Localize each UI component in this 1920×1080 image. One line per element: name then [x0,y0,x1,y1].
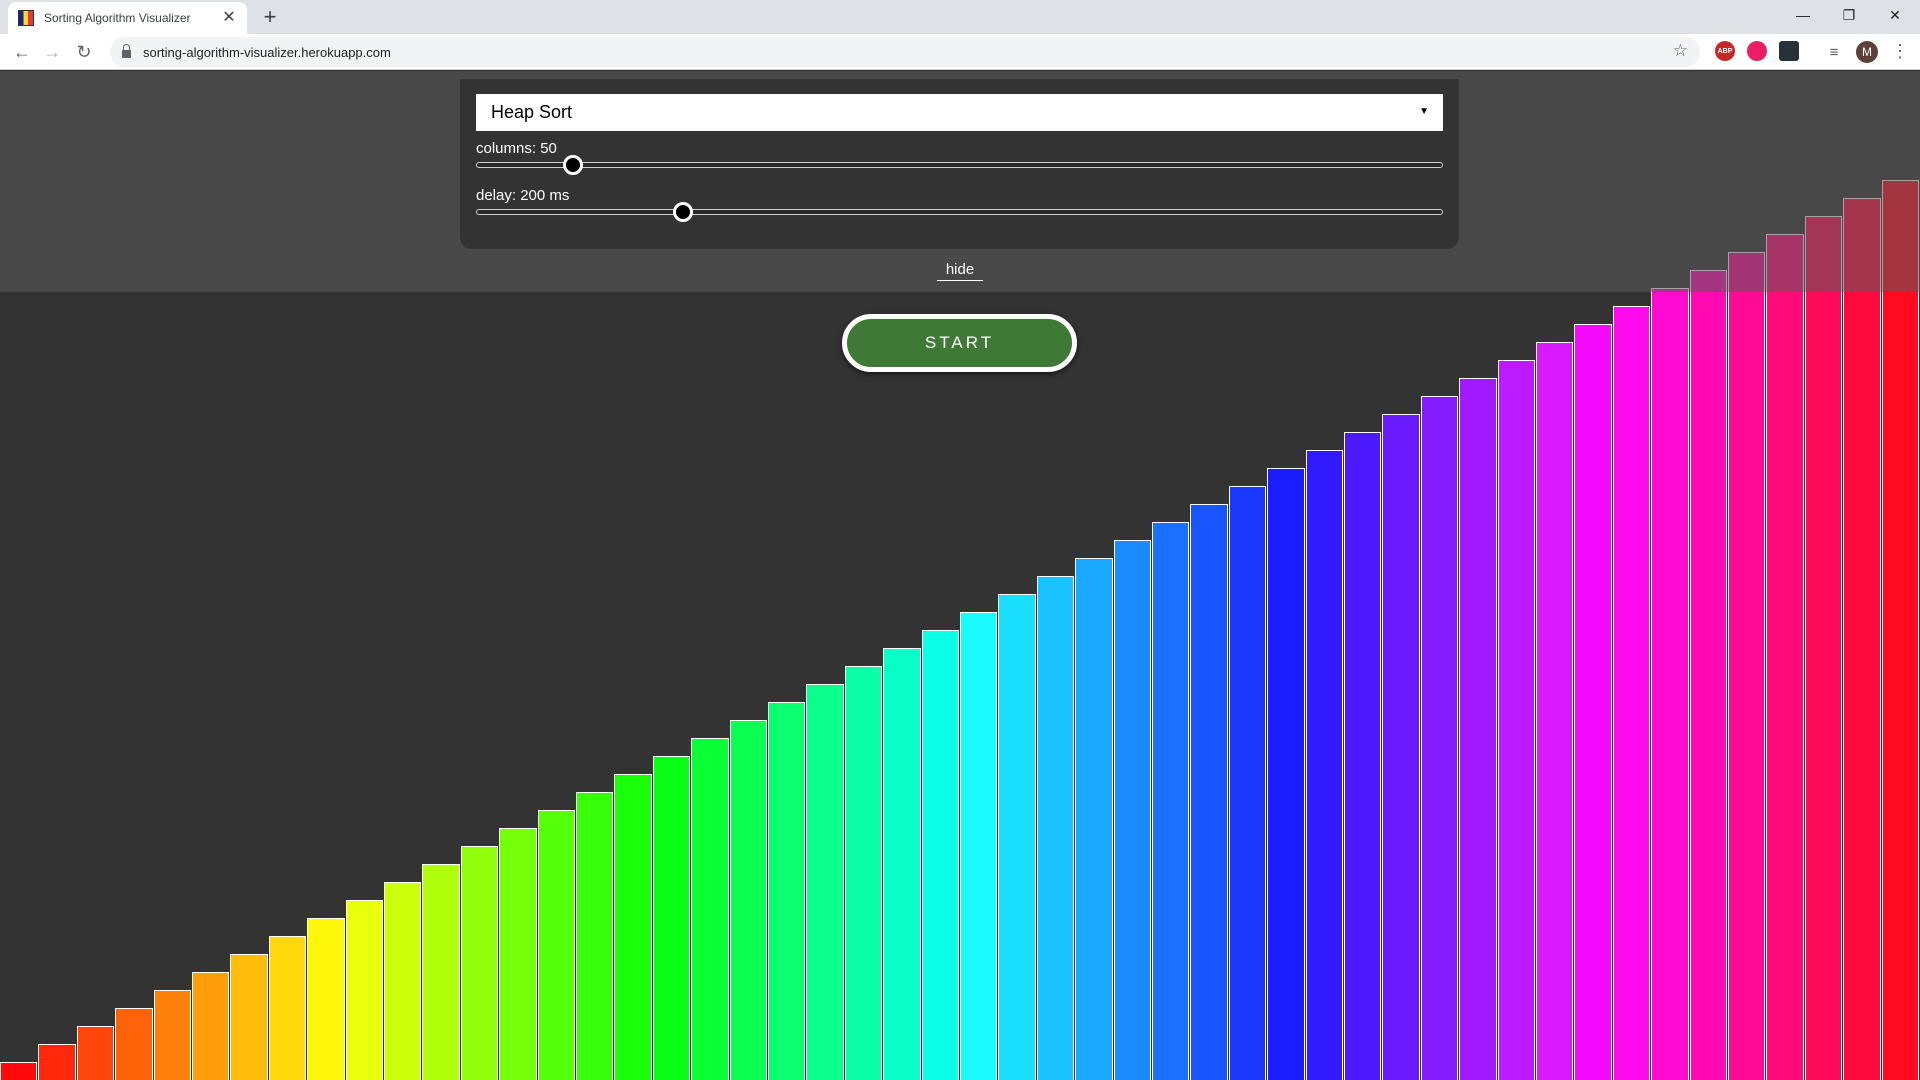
close-tab-icon[interactable]: ✕ [221,10,237,26]
sort-bar [998,594,1036,1080]
sort-bar [921,630,959,1080]
visualizer-page: Heap Sort ▼ columns: 50 delay: 200 ms hi… [0,71,1920,1080]
sort-bar [230,954,268,1080]
sort-bar [0,1062,38,1080]
sort-bar [460,846,499,1080]
sort-bar [1190,504,1228,1080]
sort-bar [1113,540,1151,1080]
sort-bar [1382,414,1420,1080]
columns-slider[interactable] [476,155,1443,175]
sort-bar [1036,576,1075,1080]
sort-bar [1344,432,1382,1080]
new-tab-button[interactable]: + [258,6,282,30]
sort-bar [1497,360,1535,1080]
sort-bar [1574,324,1612,1080]
sort-bar [1689,270,1727,1080]
sort-bar [960,612,998,1080]
sort-bar [115,1008,153,1080]
sort-bar [268,936,307,1080]
sort-bar [1766,234,1804,1080]
bookmark-star-icon[interactable]: ☆ [1673,41,1688,61]
sort-bar [422,864,460,1080]
sort-bar [153,990,191,1080]
sort-bar [806,684,844,1080]
media-controls-icon[interactable]: ≡ [1820,38,1848,66]
sort-bar [38,1044,76,1080]
sort-bar [1881,180,1919,1080]
extension-icon[interactable] [1747,41,1767,61]
sort-bar [1459,378,1497,1080]
sort-bar [1228,486,1267,1080]
sort-bar [1152,522,1190,1080]
sort-bar [729,720,767,1080]
sort-bar [844,666,883,1080]
tab-title: Sorting Algorithm Visualizer [44,11,191,25]
browser-tabstrip: Sorting Algorithm Visualizer ✕ + — ❐ ✕ [0,0,1920,34]
sort-bar [499,828,537,1080]
sort-bar [1267,468,1305,1080]
controls-panel: Heap Sort ▼ columns: 50 delay: 200 ms [460,79,1459,249]
sort-bar [537,810,575,1080]
sort-bar [1536,342,1574,1080]
columns-slider-thumb[interactable] [563,155,584,175]
profile-avatar[interactable]: M [1856,41,1878,63]
delay-label: delay: 200 ms [476,187,570,204]
adblock-plus-icon[interactable]: ABP [1715,41,1735,61]
sort-bar [192,972,230,1080]
sort-bar [576,792,614,1080]
algorithm-selected-value: Heap Sort [491,102,573,122]
sort-bar [883,648,921,1080]
sort-bar [614,774,652,1080]
sort-bar [345,900,383,1080]
sort-bar [1420,396,1459,1080]
browser-tab[interactable]: Sorting Algorithm Visualizer ✕ [8,2,247,34]
back-button[interactable]: ← [8,38,36,66]
hide-controls-link[interactable]: hide [937,261,983,281]
minimize-button[interactable]: — [1780,0,1826,30]
dropdown-caret-icon: ▼ [1419,106,1429,117]
sort-bar [652,756,691,1080]
sort-bar [1612,306,1651,1080]
site-favicon-icon [18,10,34,26]
browser-toolbar: ← → ↻ sorting-algorithm-visualizer.herok… [0,34,1920,70]
sort-bar [1728,252,1766,1080]
restore-button[interactable]: ❐ [1826,0,1872,30]
sort-bar [691,738,729,1080]
sort-bar [1651,288,1689,1080]
delay-slider-thumb[interactable] [673,202,694,222]
sort-bar [1804,216,1843,1080]
sort-bar [1305,450,1343,1080]
forward-button[interactable]: → [38,38,66,66]
address-bar[interactable]: sorting-algorithm-visualizer.herokuapp.c… [110,37,1700,67]
sort-bar [1843,198,1881,1080]
algorithm-select[interactable]: Heap Sort ▼ [476,94,1443,131]
reload-button[interactable]: ↻ [70,38,98,66]
react-devtools-icon[interactable] [1779,41,1799,61]
sort-bar [1075,558,1113,1080]
sort-bar [76,1026,115,1080]
close-window-button[interactable]: ✕ [1872,0,1918,30]
lock-icon [122,44,131,58]
sort-bar [384,882,422,1080]
delay-slider[interactable] [476,202,1443,222]
start-button[interactable]: START [842,314,1077,372]
browser-menu-icon[interactable]: ⋮ [1890,42,1910,62]
columns-label: columns: 50 [476,140,557,157]
sort-bar [768,702,806,1080]
url-text: sorting-algorithm-visualizer.herokuapp.c… [143,44,391,60]
sort-bar [307,918,345,1080]
